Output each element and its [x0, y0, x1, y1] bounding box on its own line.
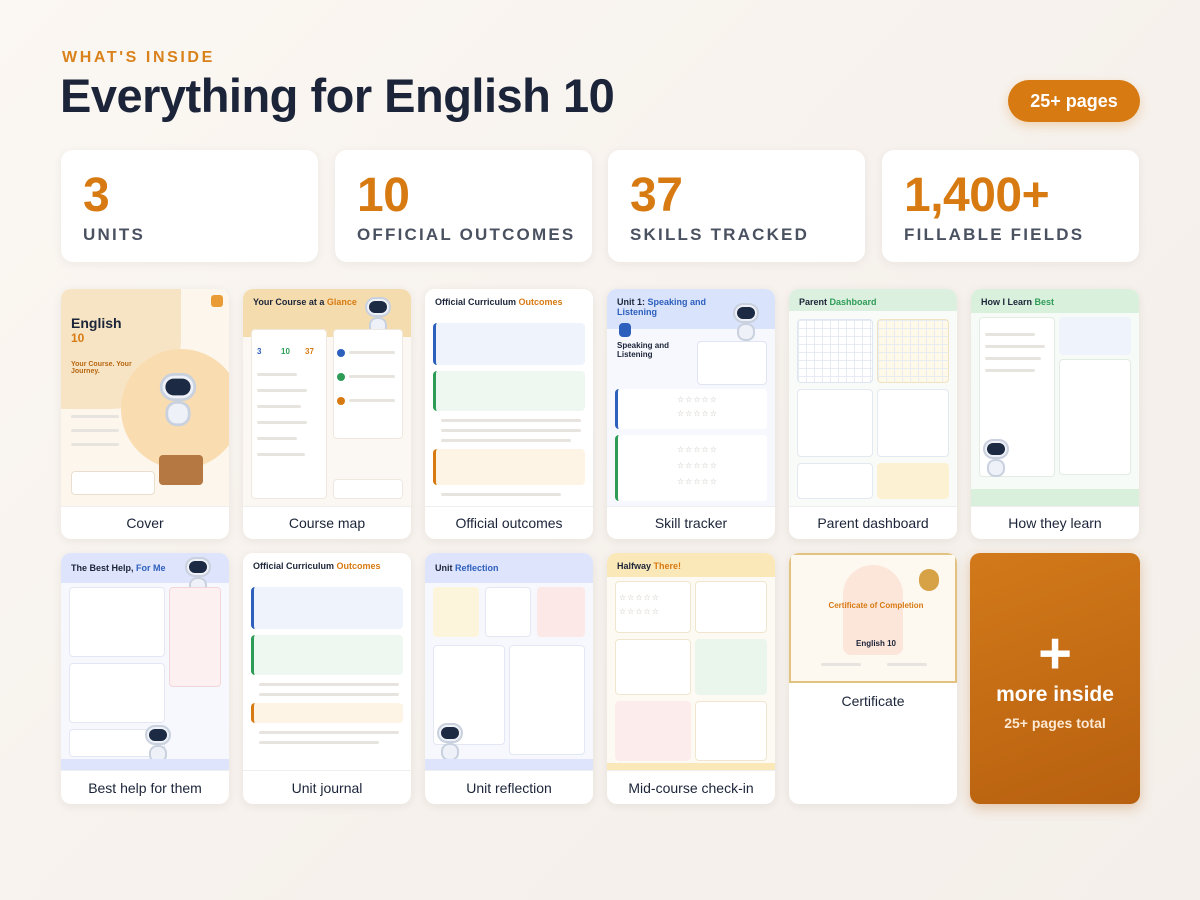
robot-mascot-icon — [979, 439, 1013, 479]
page-caption: Course map — [288, 515, 366, 531]
page-caption: Unit reflection — [466, 780, 552, 796]
eyebrow-label: WHAT'S INSIDE — [62, 49, 215, 66]
preview-subtitle: 10 — [71, 331, 85, 345]
stat-value: 3 — [83, 169, 110, 222]
preview-title: Parent Dashboard — [799, 297, 877, 307]
preview-tagline: Your Course. Your Journey. — [71, 361, 132, 375]
page-card-certificate[interactable]: Certificate of Completion English 10 Cer… — [789, 553, 957, 804]
preview-title: Unit 1: Speaking and Listening — [617, 297, 707, 317]
pages-total-label: 25+ pages total — [1004, 715, 1106, 731]
page-caption: Parent dashboard — [817, 515, 929, 531]
page-card-cover[interactable]: English 10 Your Course. Your Journey. Co… — [61, 289, 229, 539]
page-caption: Best help for them — [88, 780, 202, 796]
preview-num-skills: 37 — [305, 347, 314, 356]
page-caption: How they learn — [1008, 515, 1102, 531]
page-caption: Mid-course check-in — [628, 780, 754, 796]
preview-title: How I Learn Best — [981, 297, 1055, 307]
stat-label: UNITS — [83, 225, 145, 244]
robot-mascot-icon — [433, 723, 467, 763]
page-card-official-outcomes[interactable]: Official Curriculum Outcomes Official ou… — [425, 289, 593, 539]
more-inside-card[interactable]: + more inside 25+ pages total — [970, 553, 1140, 804]
preview-num-outcomes: 10 — [281, 347, 290, 356]
preview-title: Halfway There! — [617, 561, 682, 571]
preview-title: English — [71, 315, 122, 331]
preview-section: Speaking and Listening — [617, 341, 670, 359]
stat-value: 10 — [357, 169, 410, 222]
page-preview-certificate: Certificate of Completion English 10 — [789, 553, 957, 683]
page-card-parent-dashboard[interactable]: Parent Dashboard Parent dashboard — [789, 289, 957, 539]
certificate-course: English 10 — [855, 639, 896, 648]
stat-card-outcomes: 10 OFFICIAL OUTCOMES — [335, 150, 592, 262]
page-caption: Unit journal — [291, 780, 363, 796]
page-caption: Cover — [126, 515, 164, 531]
plus-icon: + — [1038, 621, 1072, 686]
page-preview-skill-tracker: Unit 1: Speaking and Listening Speaking … — [607, 289, 775, 507]
page-caption: Certificate — [841, 693, 905, 709]
stat-card-units: 3 UNITS — [61, 150, 318, 262]
preview-title: Official Curriculum Outcomes — [435, 297, 563, 307]
page-card-skill-tracker[interactable]: Unit 1: Speaking and Listening Speaking … — [607, 289, 775, 539]
page-card-unit-journal[interactable]: Official Curriculum Outcomes Unit journa… — [243, 553, 411, 804]
page-card-course-map[interactable]: Your Course at a Glance 3 10 37 Course m… — [243, 289, 411, 539]
stat-label: SKILLS TRACKED — [630, 225, 810, 244]
preview-title: Your Course at a Glance — [253, 297, 357, 307]
robot-mascot-icon — [729, 303, 763, 343]
page-caption: Skill tracker — [654, 515, 728, 531]
stat-card-fields: 1,400+ FILLABLE FIELDS — [882, 150, 1139, 262]
page-preview-parent-dashboard: Parent Dashboard — [789, 289, 957, 507]
page-card-how-they-learn[interactable]: How I Learn Best How they learn — [971, 289, 1139, 539]
preview-title: Official Curriculum Outcomes — [253, 561, 381, 571]
preview-num-units: 3 — [257, 347, 262, 356]
certificate-title: Certificate of Completion — [828, 601, 924, 610]
page-preview-course-map: Your Course at a Glance 3 10 37 — [243, 289, 411, 507]
page-preview-unit-reflection: Unit Reflection — [425, 553, 593, 771]
stat-label: FILLABLE FIELDS — [904, 225, 1085, 244]
page-preview-cover: English 10 Your Course. Your Journey. — [61, 289, 229, 507]
pages-count-badge: 25+ pages — [1008, 80, 1140, 122]
preview-title: Unit Reflection — [435, 563, 499, 573]
page-preview-best-help: The Best Help, For Me — [61, 553, 229, 771]
stat-card-skills: 37 SKILLS TRACKED — [608, 150, 865, 262]
page-preview-how-they-learn: How I Learn Best — [971, 289, 1139, 507]
page-card-unit-reflection[interactable]: Unit Reflection Unit reflection — [425, 553, 593, 804]
stat-value: 1,400+ — [904, 169, 1050, 222]
more-inside-label: more inside — [996, 683, 1114, 706]
page-preview-unit-journal: Official Curriculum Outcomes — [243, 553, 411, 771]
page-card-mid-course-check-in[interactable]: Halfway There! ☆☆☆☆☆ ☆☆☆☆☆ Mid-course ch… — [607, 553, 775, 804]
page-title: Everything for English 10 — [60, 69, 615, 122]
page-caption: Official outcomes — [455, 515, 563, 531]
preview-title: The Best Help, For Me — [71, 563, 166, 573]
stat-label: OFFICIAL OUTCOMES — [357, 225, 576, 244]
page-preview-official-outcomes: Official Curriculum Outcomes — [425, 289, 593, 507]
page-preview-mid-course: Halfway There! ☆☆☆☆☆ ☆☆☆☆☆ — [607, 553, 775, 771]
stat-value: 37 — [630, 169, 683, 222]
page-card-best-help[interactable]: The Best Help, For Me Best help for them — [61, 553, 229, 804]
robot-mascot-icon — [154, 373, 202, 429]
